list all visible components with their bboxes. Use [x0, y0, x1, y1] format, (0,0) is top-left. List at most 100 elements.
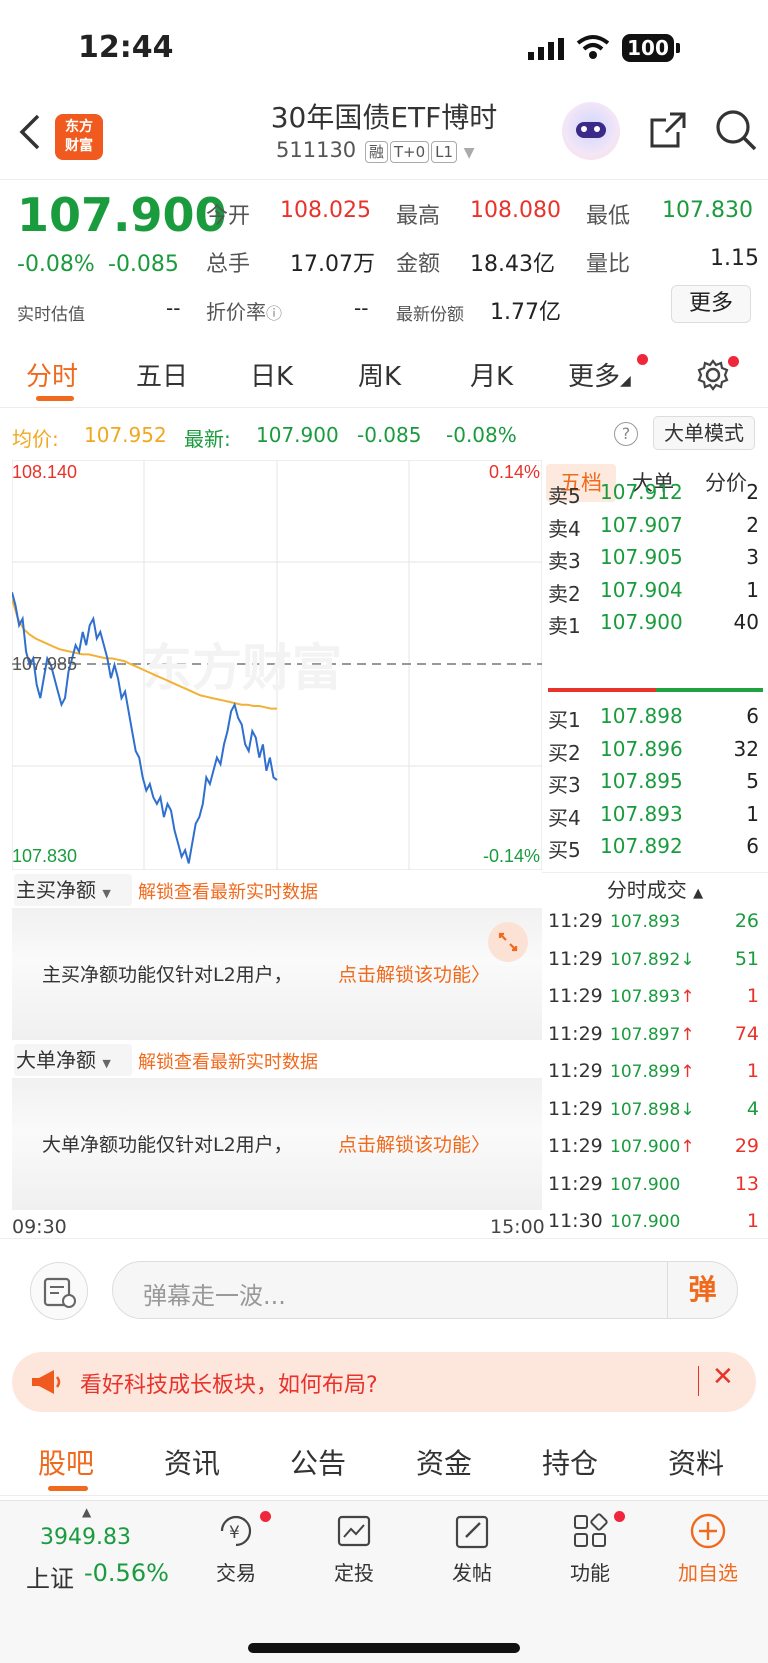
wifi-icon	[576, 35, 610, 59]
change-pct: -0.08%	[17, 252, 95, 277]
nav-trade[interactable]: ¥ 交易	[204, 1511, 268, 1586]
avg-label: 均价:	[12, 427, 59, 451]
big-net-label: 大单净额	[16, 1048, 96, 1072]
dropdown-icon[interactable]: ▼	[464, 145, 475, 161]
trade-time: 11:29	[548, 1022, 603, 1045]
functions-dot	[614, 1511, 625, 1522]
tab-five-day[interactable]: 五日	[136, 356, 188, 393]
nav-post[interactable]: 发帖	[440, 1511, 504, 1586]
danmaku-placeholder: 弹幕走一波...	[143, 1282, 286, 1310]
trade-price: 107.900↑	[610, 1137, 695, 1157]
forum-tab-indicator	[48, 1486, 88, 1491]
nav-add-watchlist[interactable]: 加自选	[668, 1511, 748, 1586]
index-value[interactable]: 3949.83	[40, 1525, 131, 1550]
expand-icon[interactable]	[488, 922, 528, 962]
big-order-mode-button[interactable]: 大单模式	[653, 416, 755, 450]
nav-fixed-invest[interactable]: 定投	[322, 1511, 386, 1586]
shares-label: 最新份额	[396, 305, 464, 325]
bid-row[interactable]: 买1 107.898 6	[548, 704, 763, 736]
help-icon[interactable]: ?	[614, 422, 638, 446]
intraday-chart[interactable]: 东方财富 108.140 107.985 107.830 0.14% -0.14…	[12, 460, 542, 870]
bid-level-label: 买2	[548, 740, 581, 765]
main-net-dropdown[interactable]: 主买净额 ▼	[14, 874, 132, 906]
tab-more-label: 更多	[568, 362, 621, 392]
tab-intraday[interactable]: 分时	[26, 356, 78, 393]
ask-price: 107.905	[600, 545, 683, 569]
header: 30年国债ETF博时 511130 融 T+0 L1 ▼	[0, 100, 768, 180]
tab-funds[interactable]: 资金	[416, 1442, 472, 1482]
settings-icon[interactable]	[696, 358, 730, 392]
info-icon[interactable]: ⓘ	[266, 304, 282, 323]
trade-price: 107.898↓	[610, 1100, 695, 1120]
main-net-desc: 主买净额功能仅针对L2用户，	[42, 964, 293, 986]
logo-line2: 财富	[65, 138, 93, 154]
trade-price-text: 107.900	[610, 1174, 681, 1195]
big-net-unlock-link[interactable]: 点击解锁该功能〉	[338, 1130, 490, 1157]
search-icon[interactable]	[714, 108, 758, 152]
high-value: 108.080	[470, 198, 561, 223]
trades-title[interactable]: 分时成交 ▲	[542, 872, 768, 906]
ask-row[interactable]: 卖4 107.907 2	[548, 513, 763, 545]
tab-holdings[interactable]: 持仓	[542, 1442, 598, 1482]
bid-row[interactable]: 买3 107.895 5	[548, 769, 763, 801]
trade-direction-icon: ↑	[680, 1024, 695, 1045]
more-button[interactable]: 更多	[671, 285, 751, 323]
ask-volume: 2	[746, 512, 759, 537]
tab-announcements[interactable]: 公告	[290, 1442, 346, 1482]
open-value: 108.025	[280, 198, 371, 223]
main-net-lockbox: 主买净额功能仅针对L2用户， 点击解锁该功能〉	[12, 908, 542, 1040]
bid-ratio-bar	[548, 688, 656, 692]
trade-volume: 29	[734, 1135, 759, 1157]
trade-row: 11:29 107.900↑ 29	[548, 1135, 763, 1171]
share-icon[interactable]	[648, 110, 688, 150]
main-net-unlock-link[interactable]: 点击解锁该功能〉	[338, 960, 490, 987]
bid-volume: 6	[746, 704, 759, 728]
x-start-label: 09:30	[12, 1216, 67, 1238]
nav-functions[interactable]: 功能	[558, 1511, 622, 1586]
trade-price: 107.893↑	[610, 987, 695, 1007]
tab-forum[interactable]: 股吧	[38, 1442, 94, 1482]
big-net-unlock-hint[interactable]: 解锁查看最新实时数据	[138, 1048, 318, 1074]
tab-profile[interactable]: 资料	[668, 1442, 724, 1482]
trade-volume: 51	[734, 947, 759, 970]
trade-price-text: 107.899	[610, 1062, 681, 1082]
tab-weekly-k[interactable]: 周K	[358, 356, 401, 393]
tab-daily-k[interactable]: 日K	[250, 356, 293, 393]
index-name[interactable]: 上证	[26, 1559, 74, 1594]
bid-row[interactable]: 买5 107.892 6	[548, 834, 763, 866]
ask-row[interactable]: 卖3 107.905 3	[548, 545, 763, 577]
danmaku-settings-icon[interactable]	[30, 1262, 88, 1320]
trade-row: 11:29 107.897↑ 74	[548, 1023, 763, 1059]
premium-label-text: 折价率	[206, 300, 266, 324]
clock: 12:44	[78, 30, 174, 65]
ask-row[interactable]: 卖1 107.900 40	[548, 610, 763, 642]
volume-value: 17.07万	[290, 252, 375, 277]
active-tab-indicator	[36, 396, 74, 401]
ask-row[interactable]: 卖2 107.904 1	[548, 578, 763, 610]
bid-row[interactable]: 买4 107.893 1	[548, 802, 763, 834]
shares-value: 1.77亿	[490, 300, 561, 325]
low-label: 最低	[586, 204, 631, 229]
promo-banner[interactable]: 看好科技成长板块，如何布局? ✕	[12, 1352, 756, 1412]
settings-dot	[728, 356, 739, 367]
assistant-avatar[interactable]	[562, 102, 620, 160]
grid-icon	[574, 1513, 608, 1547]
nav-trade-label: 交易	[216, 1561, 256, 1585]
notification-dot	[637, 354, 648, 365]
x-end-label: 15:00	[490, 1216, 545, 1238]
danmaku-input[interactable]: 弹幕走一波... 弹	[112, 1261, 738, 1319]
tab-more[interactable]: 更多◢	[568, 356, 631, 393]
main-net-unlock-hint[interactable]: 解锁查看最新实时数据	[138, 878, 318, 904]
danmaku-send-button[interactable]: 弹	[667, 1262, 737, 1318]
big-net-dropdown[interactable]: 大单净额 ▼	[14, 1044, 132, 1076]
invest-icon	[337, 1515, 371, 1547]
bid-row[interactable]: 买2 107.896 32	[548, 737, 763, 769]
y-bottom-label: 107.830	[12, 846, 77, 866]
tab-monthly-k[interactable]: 月K	[470, 356, 513, 393]
brand-logo: 东方 财富	[55, 114, 103, 160]
trade-row: 11:29 107.893 26	[548, 910, 763, 946]
close-icon[interactable]: ✕	[712, 1362, 734, 1392]
ask-row[interactable]: 卖5 107.912 2	[548, 480, 763, 512]
ask-ratio-bar	[656, 688, 763, 692]
tab-news[interactable]: 资讯	[164, 1442, 220, 1482]
